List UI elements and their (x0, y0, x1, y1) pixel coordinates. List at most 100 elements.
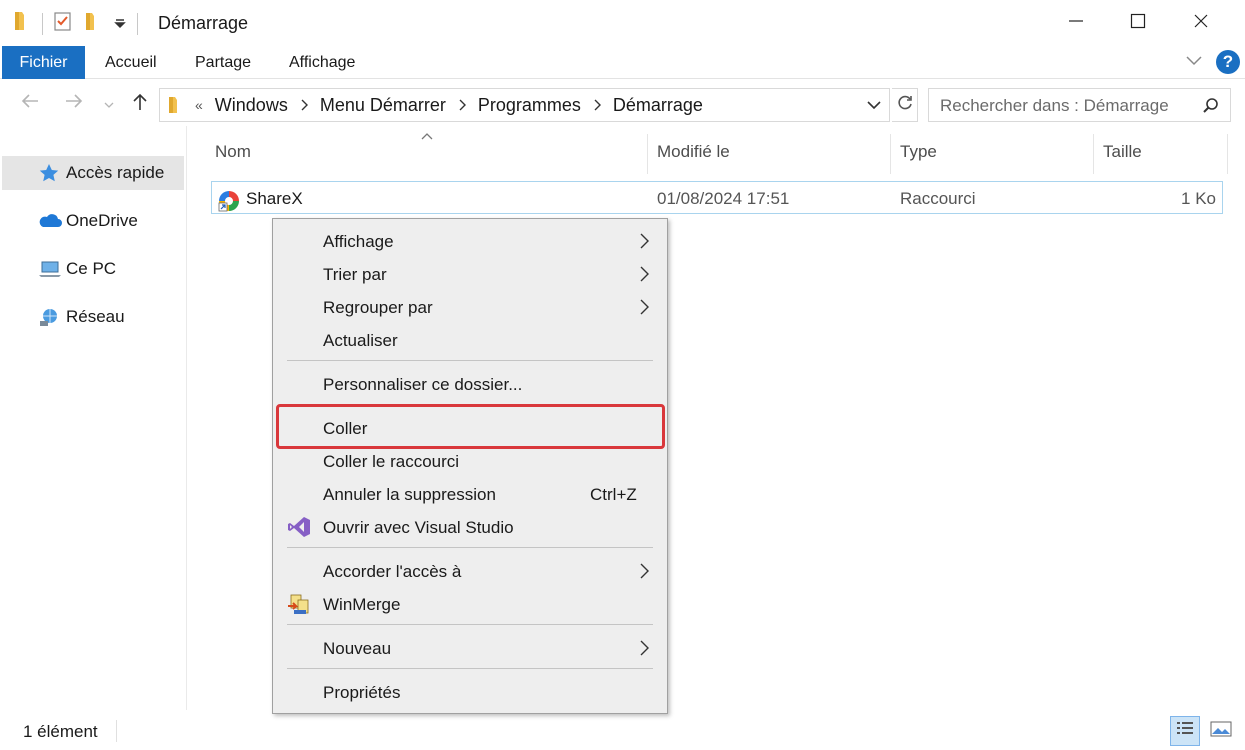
column-divider[interactable] (1227, 134, 1228, 174)
menu-item-label: WinMerge (323, 595, 401, 614)
chevron-right-icon (639, 639, 649, 662)
column-divider[interactable] (1093, 134, 1094, 174)
menu-item-trier-par[interactable]: Trier par (273, 258, 667, 290)
chevron-right-icon (639, 298, 649, 321)
search-input[interactable]: Rechercher dans : Démarrage (940, 96, 1169, 116)
network-icon (38, 307, 60, 327)
maximize-icon (1130, 13, 1146, 34)
search-box[interactable]: Rechercher dans : Démarrage (928, 88, 1231, 122)
menu-item-affichage[interactable]: Affichage (273, 225, 667, 257)
file-type: Raccourci (900, 189, 976, 208)
nav-item-acces-rapide[interactable]: Accès rapide (2, 156, 184, 190)
ribbon: Fichier Accueil Partage Affichage ? (0, 46, 1245, 79)
menu-separator (287, 668, 653, 669)
minimize-button[interactable] (1045, 0, 1107, 46)
column-header-type[interactable]: Type (900, 142, 937, 162)
toolbar-separator (42, 12, 43, 35)
breadcrumb-programmes[interactable]: Programmes (478, 95, 581, 116)
nav-item-reseau[interactable]: Réseau (2, 300, 184, 334)
context-menu: Affichage Trier par Regrouper par Actual… (272, 218, 668, 714)
nav-item-label: Ce PC (66, 259, 117, 278)
forward-arrow-icon[interactable] (64, 92, 84, 115)
large-icons-view-button[interactable] (1206, 716, 1236, 746)
search-icon[interactable] (1202, 97, 1220, 120)
chevron-right-icon[interactable] (300, 99, 308, 111)
breadcrumb-demarrage[interactable]: Démarrage (613, 95, 703, 116)
folder-icon (12, 10, 32, 37)
help-icon[interactable]: ? (1216, 50, 1240, 74)
column-header-modified[interactable]: Modifié le (657, 142, 730, 162)
chevron-right-icon (639, 562, 649, 585)
toolbar-separator (137, 12, 138, 35)
menu-item-shortcut: Ctrl+Z (590, 485, 637, 504)
recent-locations-chevron-icon[interactable] (103, 97, 115, 115)
nav-item-label: Accès rapide (66, 163, 165, 182)
tab-file[interactable]: Fichier (2, 46, 85, 79)
breadcrumb-windows[interactable]: Windows (215, 95, 288, 116)
minimize-icon (1068, 13, 1084, 34)
sort-ascending-icon (420, 128, 434, 146)
details-view-icon (1175, 719, 1195, 744)
menu-separator (287, 547, 653, 548)
chevron-right-icon[interactable] (458, 99, 466, 111)
chevron-down-icon[interactable] (866, 98, 882, 117)
menu-item-label: Coller le raccourci (323, 452, 460, 471)
file-size: 1 Ko (1181, 189, 1216, 208)
menu-item-label: Accorder l'accès à (323, 562, 462, 581)
tab-home[interactable]: Accueil (105, 46, 157, 79)
refresh-button[interactable] (892, 88, 918, 122)
up-arrow-icon[interactable] (131, 92, 149, 117)
tab-view[interactable]: Affichage (289, 46, 355, 79)
nav-item-ce-pc[interactable]: Ce PC (2, 252, 184, 286)
properties-icon[interactable] (53, 10, 73, 37)
customize-toolbar-icon[interactable] (113, 10, 127, 37)
status-separator (116, 720, 117, 742)
address-bar[interactable]: « Windows Menu Démarrer Programmes Démar… (159, 88, 890, 122)
large-icons-view-icon (1209, 719, 1233, 744)
menu-item-label: Actualiser (323, 331, 398, 350)
breadcrumb-menu-demarrer[interactable]: Menu Démarrer (320, 95, 446, 116)
menu-item-actualiser[interactable]: Actualiser (273, 324, 667, 356)
computer-icon (38, 259, 61, 279)
details-view-button[interactable] (1170, 716, 1200, 746)
chevron-down-icon[interactable] (1185, 54, 1203, 73)
close-button[interactable] (1170, 0, 1232, 46)
menu-item-label: Ouvrir avec Visual Studio (323, 518, 514, 537)
menu-item-accorder-acces[interactable]: Accorder l'accès à (273, 555, 667, 587)
nav-item-onedrive[interactable]: OneDrive (2, 204, 184, 238)
menu-item-label: Regrouper par (323, 298, 433, 317)
column-divider[interactable] (890, 134, 891, 174)
menu-item-ouvrir-visual-studio[interactable]: Ouvrir avec Visual Studio (273, 511, 667, 543)
breadcrumb-overflow[interactable]: « (195, 97, 203, 113)
refresh-icon (896, 94, 914, 117)
menu-item-nouveau[interactable]: Nouveau (273, 632, 667, 664)
table-row[interactable]: ShareX 01/08/2024 17:51 Raccourci 1 Ko (211, 181, 1223, 214)
title-bar: Démarrage (0, 0, 1245, 46)
chevron-right-icon[interactable] (593, 99, 601, 111)
folder-icon (166, 95, 184, 120)
quick-access-toolbar (12, 10, 148, 37)
nav-item-label: Réseau (66, 307, 125, 326)
back-arrow-icon[interactable] (20, 92, 40, 115)
menu-item-personnaliser[interactable]: Personnaliser ce dossier... (273, 368, 667, 400)
file-name: ShareX (246, 189, 303, 208)
column-header-size[interactable]: Taille (1103, 142, 1142, 162)
highlight-box (276, 404, 665, 449)
navigation-pane: Accès rapide OneDrive Ce PC Réseau (0, 126, 187, 710)
menu-item-annuler-suppression[interactable]: Annuler la suppression Ctrl+Z (273, 478, 667, 510)
breadcrumb: « Windows Menu Démarrer Programmes Démar… (195, 89, 703, 121)
sharex-icon (217, 189, 241, 218)
menu-item-proprietes[interactable]: Propriétés (273, 676, 667, 708)
column-divider[interactable] (647, 134, 648, 174)
menu-item-coller-raccourci[interactable]: Coller le raccourci (273, 445, 667, 477)
menu-item-label: Personnaliser ce dossier... (323, 375, 523, 394)
star-icon (38, 163, 60, 183)
maximize-button[interactable] (1107, 0, 1169, 46)
item-count: 1 élément (23, 722, 98, 741)
new-folder-icon[interactable] (83, 10, 103, 37)
tab-share[interactable]: Partage (195, 46, 251, 79)
menu-item-regrouper-par[interactable]: Regrouper par (273, 291, 667, 323)
column-header-name[interactable]: Nom (215, 142, 251, 162)
menu-item-label: Annuler la suppression (323, 485, 496, 504)
menu-item-winmerge[interactable]: WinMerge (273, 588, 667, 620)
